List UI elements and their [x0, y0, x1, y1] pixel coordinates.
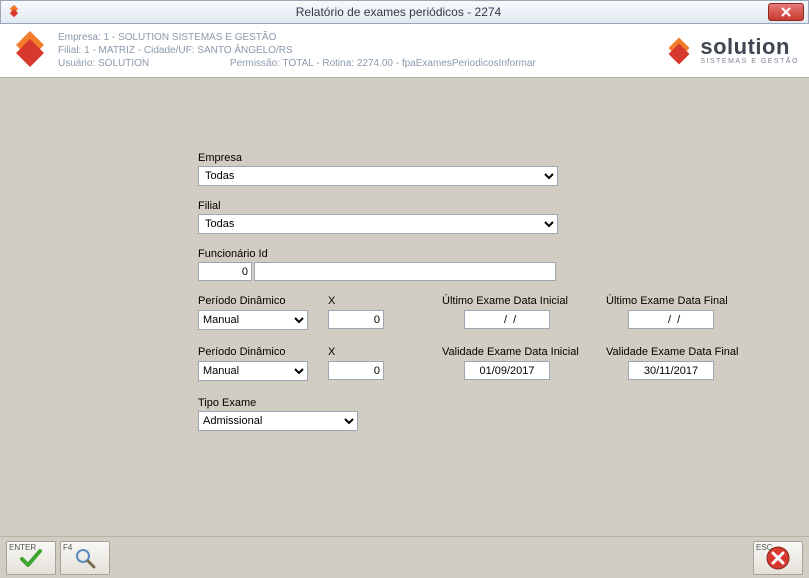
brand-name: solution	[700, 36, 799, 58]
meta-permissao: Permissão: TOTAL - Rotina: 2274.00 - fpa…	[230, 57, 536, 70]
period2-pd-select[interactable]: Manual	[198, 361, 308, 381]
period2-x-label: X	[328, 346, 396, 358]
titlebar: Relatório de exames periódicos - 2274	[0, 0, 809, 24]
period2-x-input[interactable]	[328, 361, 384, 380]
period2-d1-input[interactable]	[464, 361, 550, 380]
f4-button[interactable]: F4	[60, 541, 110, 575]
diamond-icon	[10, 29, 50, 69]
form-area: Empresa Todas Filial Todas Funcionário I…	[0, 80, 809, 534]
tipo-exame-select[interactable]: Admissional	[198, 411, 358, 431]
meta-usuario: Usuário: SOLUTION	[58, 58, 149, 69]
brand-tagline: SISTEMAS E GESTÃO	[700, 58, 799, 65]
enter-key-label: ENTER	[9, 543, 36, 552]
diamond-icon	[664, 36, 694, 66]
window-title: Relatório de exames periódicos - 2274	[29, 5, 768, 19]
period1-d1-label: Último Exame Data Inicial	[442, 295, 606, 307]
period2-d2-input[interactable]	[628, 361, 714, 380]
logo-left	[10, 29, 50, 72]
period1-d1-input[interactable]	[464, 310, 550, 329]
filial-label: Filial	[198, 200, 758, 212]
period2-d2-label: Validade Exame Data Final	[606, 346, 758, 358]
tipo-exame-label: Tipo Exame	[198, 397, 758, 409]
empresa-select[interactable]: Todas	[198, 166, 558, 186]
funcionario-label: Funcionário Id	[198, 248, 758, 260]
funcionario-id-input[interactable]	[198, 262, 252, 281]
header-meta: Empresa: 1 - SOLUTION SISTEMAS E GESTÃO …	[50, 31, 664, 70]
f4-key-label: F4	[63, 543, 72, 552]
close-icon	[780, 7, 792, 17]
funcionario-name-input[interactable]	[254, 262, 556, 281]
enter-button[interactable]: ENTER	[6, 541, 56, 575]
filial-select[interactable]: Todas	[198, 214, 558, 234]
footer-toolbar: ENTER F4 ESC	[0, 536, 809, 578]
app-icon	[7, 4, 23, 20]
period1-x-input[interactable]	[328, 310, 384, 329]
esc-key-label: ESC	[756, 543, 772, 552]
window-close-button[interactable]	[768, 3, 804, 21]
empresa-label: Empresa	[198, 152, 758, 164]
period2-pd-label: Período Dinâmico	[198, 346, 328, 358]
esc-button[interactable]: ESC	[753, 541, 803, 575]
period1-x-label: X	[328, 295, 396, 307]
header-strip: Empresa: 1 - SOLUTION SISTEMAS E GESTÃO …	[0, 24, 809, 78]
period1-pd-select[interactable]: Manual	[198, 310, 308, 330]
meta-empresa: Empresa: 1 - SOLUTION SISTEMAS E GESTÃO	[58, 31, 664, 44]
period1-d2-input[interactable]	[628, 310, 714, 329]
period1-d2-label: Último Exame Data Final	[606, 295, 758, 307]
logo-right: solution SISTEMAS E GESTÃO	[664, 36, 799, 66]
period2-d1-label: Validade Exame Data Inicial	[442, 346, 606, 358]
magnifier-icon	[74, 547, 96, 569]
meta-filial: Filial: 1 - MATRIZ - Cidade/UF: SANTO ÂN…	[58, 44, 664, 57]
period1-pd-label: Período Dinâmico	[198, 295, 328, 307]
